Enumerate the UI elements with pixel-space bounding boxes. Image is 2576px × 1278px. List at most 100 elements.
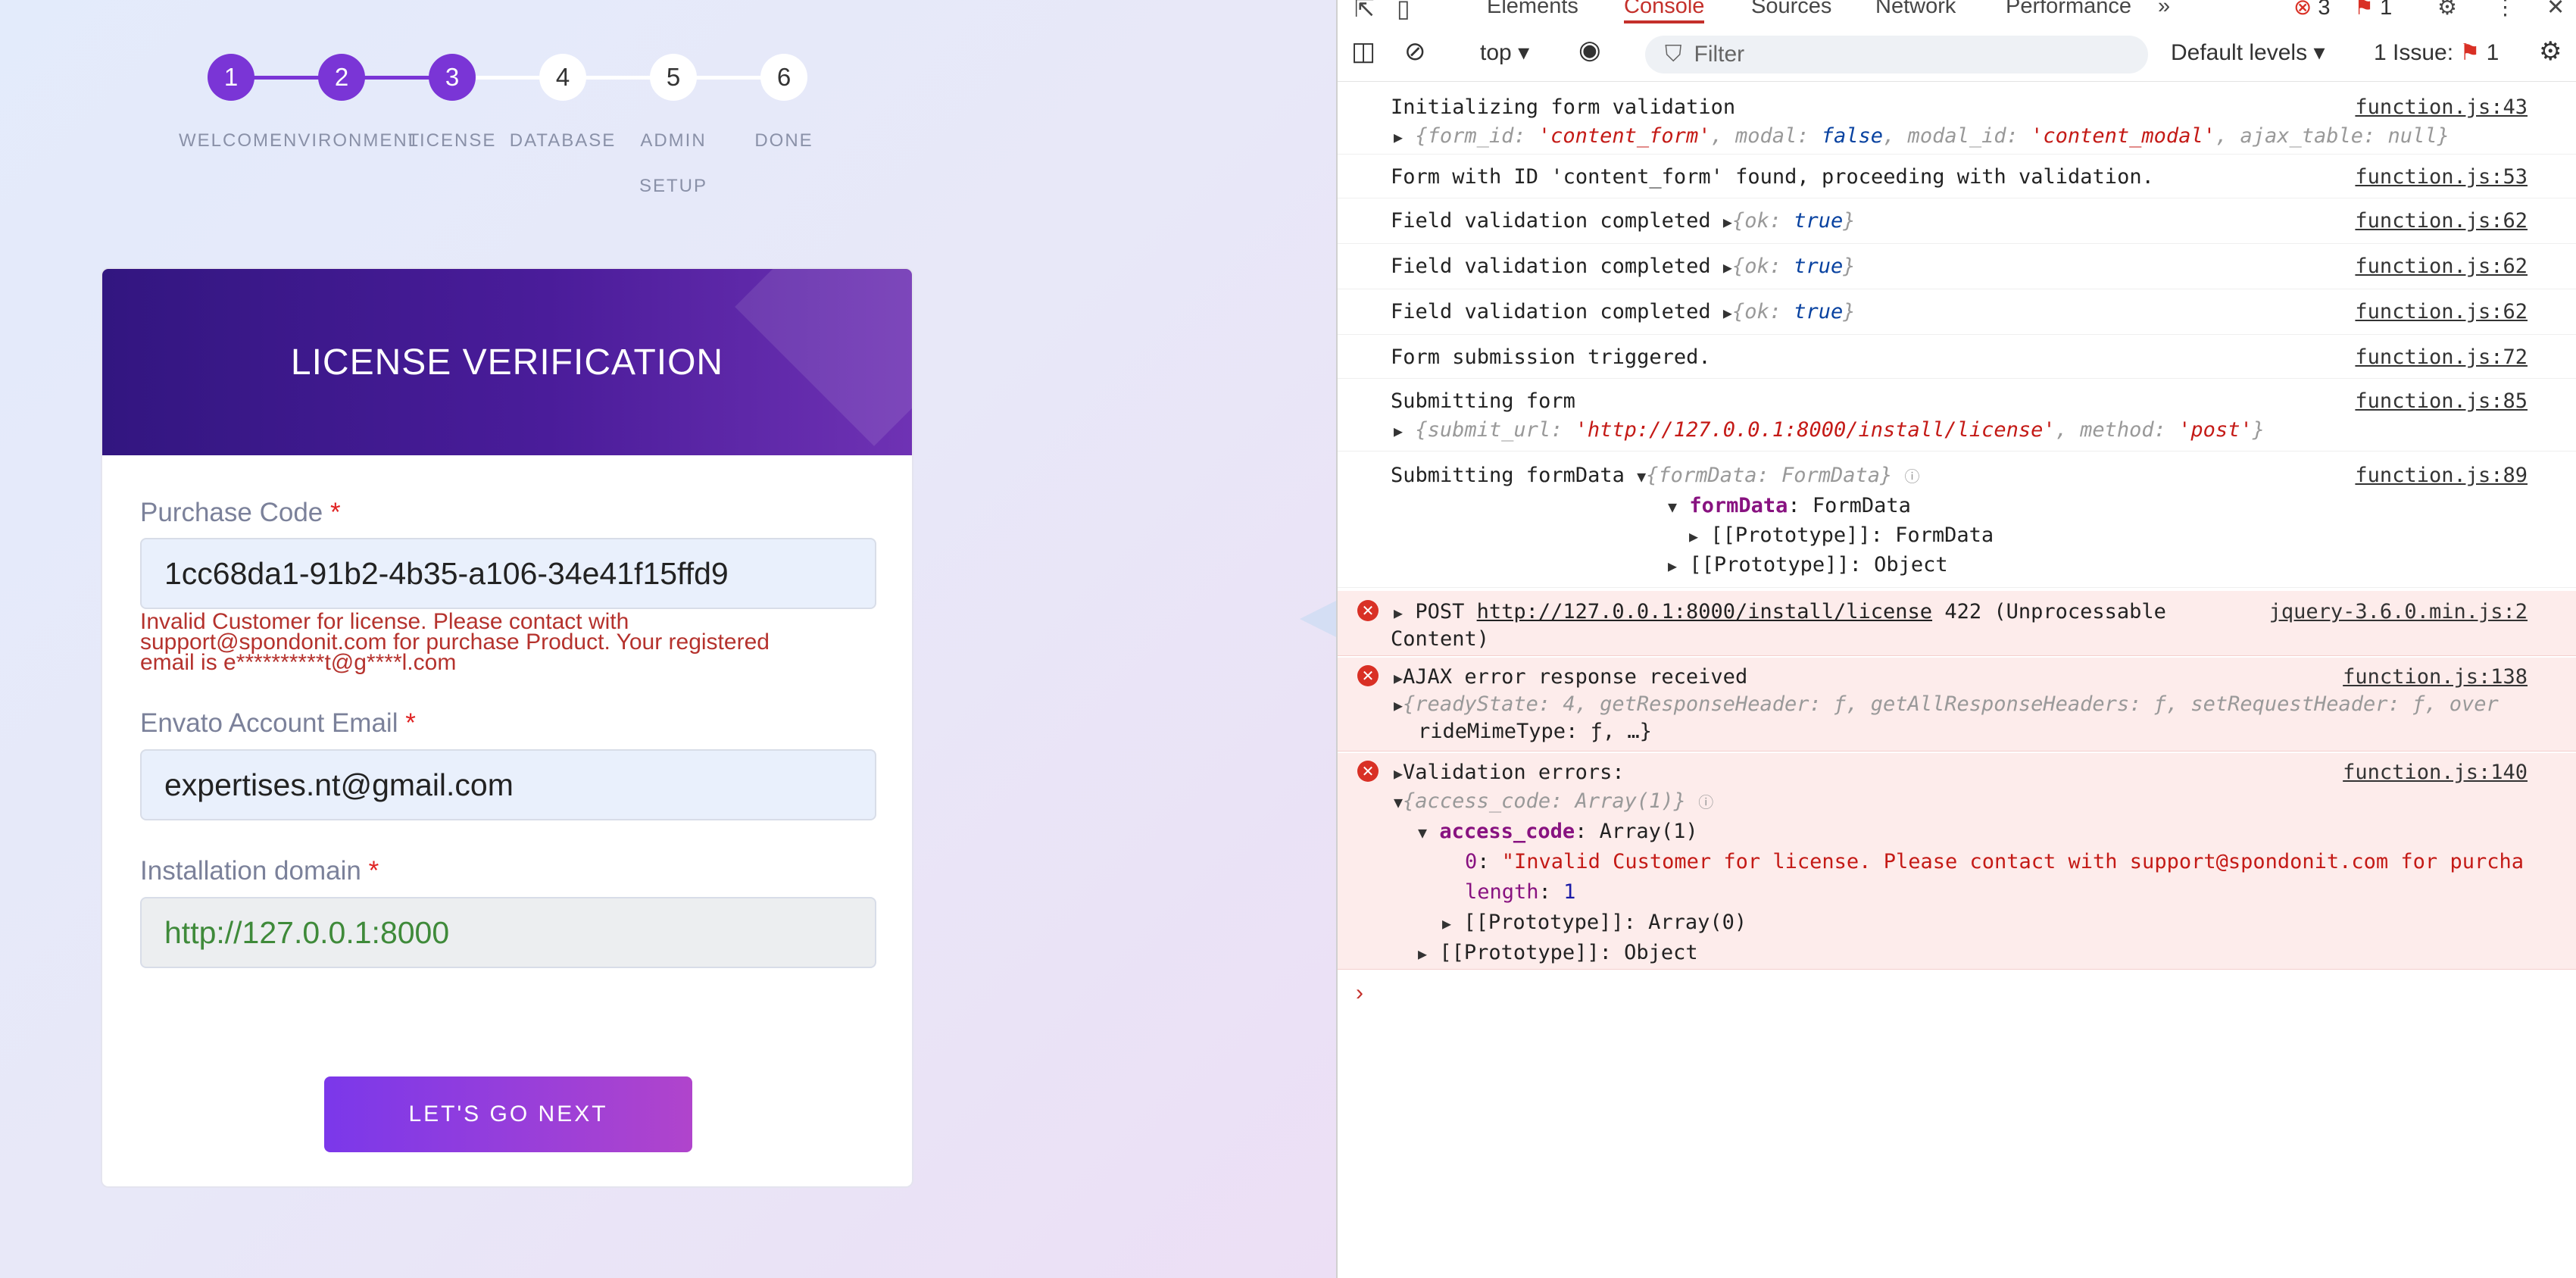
log-levels-dropdown[interactable]: Default levels ▾ (2171, 39, 2325, 66)
error-count: 3 (2318, 0, 2331, 20)
console-prompt-icon[interactable]: › (1356, 980, 1363, 1006)
error-line: email is e**********t@g****l.com (140, 650, 457, 675)
log-source-link[interactable]: function.js:138 (2343, 665, 2528, 689)
log-source-link[interactable]: function.js:85 (2355, 389, 2528, 413)
error-count-badge[interactable]: ⊗ 3 (2293, 0, 2331, 20)
step-3-label: LICENSE (407, 130, 497, 151)
obj-part: {ok: (1731, 209, 1794, 233)
step-1-circle: 1 (208, 54, 254, 101)
sidebar-toggle-icon[interactable]: ◫ (1351, 36, 1375, 67)
eye-icon[interactable]: ◉ (1578, 35, 1601, 65)
log-text: Validation errors: (1403, 761, 1625, 784)
email-field[interactable]: expertises.nt@gmail.com (140, 749, 876, 820)
context-selector[interactable]: top ▾ (1480, 39, 1529, 66)
collapse-arrow-icon[interactable]: ▼ (1394, 793, 1403, 811)
expand-arrow-icon[interactable]: ▶ (1394, 696, 1403, 714)
error-icon: ✕ (1357, 761, 1379, 782)
log-source-link[interactable]: function.js:53 (2355, 165, 2528, 189)
step-2-label: ENVIRONMENT (270, 130, 421, 151)
issue-badge[interactable]: ⚑ 1 (2354, 0, 2392, 20)
obj-summary: {access_code: Array(1)} (1403, 789, 1686, 813)
log-source-link[interactable]: function.js:72 (2355, 345, 2528, 369)
obj-part: {submit_url: (1415, 418, 1575, 442)
tree-node[interactable]: ▶ [[Prototype]]: Array(0) (1442, 911, 1747, 934)
device-toggle-icon[interactable]: ▯ (1397, 0, 1410, 23)
obj-part: 'content_form' (1538, 124, 1711, 148)
log-message: Field validation completed ▶{ok: true} (1391, 255, 1856, 278)
log-source-link[interactable]: function.js:43 (2355, 95, 2528, 119)
purchase-code-input[interactable]: 1cc68da1-91b2-4b35-a106-34e41f15ffd9 (140, 538, 876, 609)
http-method: POST (1415, 600, 1465, 623)
header-decoration (735, 269, 912, 446)
chevron-down-icon: ▾ (2313, 40, 2325, 65)
inspect-icon[interactable]: ⇱ (1354, 0, 1375, 23)
obj-part: } (1843, 209, 1856, 233)
more-tabs-icon[interactable]: » (2158, 0, 2170, 19)
tab-performance[interactable]: Performance (2006, 0, 2131, 19)
log-source-link[interactable]: function.js:62 (2355, 300, 2528, 323)
expand-arrow-icon[interactable]: ▶ (1418, 945, 1427, 963)
expand-arrow-icon[interactable]: ▶ (1689, 527, 1698, 545)
expand-arrow-icon[interactable]: ▶ (1394, 128, 1403, 146)
request-url-link[interactable]: http://127.0.0.1:8000/install/license (1477, 600, 1932, 623)
log-source-link[interactable]: function.js:140 (2343, 761, 2528, 784)
chevron-down-icon: ▾ (1518, 40, 1530, 65)
next-button[interactable]: LET'S GO NEXT (324, 1076, 692, 1152)
log-object[interactable]: ▶ {form_id: 'content_form', modal: false… (1394, 124, 2450, 148)
tree-node[interactable]: ▼{access_code: Array(1)} ⓘ (1394, 789, 1713, 813)
expand-arrow-icon[interactable]: ▶ (1723, 258, 1732, 277)
expand-arrow-icon[interactable]: ▶ (1394, 604, 1403, 622)
expand-arrow-icon[interactable]: ▶ (1668, 557, 1677, 575)
obj-part: } (1843, 300, 1856, 323)
tree-node[interactable]: ▼ access_code: Array(1) (1418, 820, 1698, 843)
expand-arrow-icon[interactable]: ▶ (1394, 422, 1403, 440)
tree-node[interactable]: ▶ [[Prototype]]: Object (1668, 553, 1948, 577)
tab-sources[interactable]: Sources (1751, 0, 1831, 19)
issues-counter[interactable]: 1 Issue: ⚑ 1 (2374, 39, 2499, 66)
devtools-panel: ⇱ ▯ Elements Console Sources Network Per… (1336, 0, 2576, 1278)
console-error-entry: ✕ ▶Validation errors: function.js:140 ▼{… (1338, 753, 2576, 970)
tab-elements[interactable]: Elements (1487, 0, 1578, 19)
expand-arrow-icon[interactable]: ▶ (1723, 213, 1732, 231)
clear-console-icon[interactable]: ⊘ (1404, 36, 1426, 67)
domain-input[interactable]: http://127.0.0.1:8000 (140, 897, 876, 968)
email-label-text: Envato Account Email (140, 708, 398, 738)
filter-input[interactable]: ⛉ Filter (1645, 36, 2148, 73)
log-text: Submitting formData (1391, 464, 1625, 487)
console-settings-icon[interactable]: ⚙ (2539, 36, 2562, 67)
log-source-link[interactable]: jquery-3.6.0.min.js:2 (2269, 600, 2528, 623)
issues-label: 1 Issue: (2374, 40, 2454, 65)
expand-arrow-icon[interactable]: ▶ (1442, 914, 1451, 933)
tree-node[interactable]: ▶ [[Prototype]]: FormData (1689, 523, 1994, 547)
obj-line: {readyState: 4, getResponseHeader: ƒ, ge… (1403, 692, 2499, 716)
log-source-link[interactable]: function.js:62 (2355, 209, 2528, 233)
tab-console[interactable]: Console (1624, 0, 1705, 23)
collapse-arrow-icon[interactable]: ▼ (1637, 467, 1646, 486)
log-object[interactable]: ▶{readyState: 4, getResponseHeader: ƒ, g… (1394, 692, 2499, 716)
log-message: Form submission triggered. (1391, 345, 1711, 369)
expand-arrow-icon[interactable]: ▶ (1394, 764, 1403, 783)
collapse-arrow-icon[interactable]: ▼ (1418, 823, 1427, 842)
error-icon: ✕ (1357, 600, 1379, 621)
devtools-tabbar: ⇱ ▯ Elements Console Sources Network Per… (1338, 0, 2576, 27)
info-icon: ⓘ (1904, 467, 1920, 486)
prop-key: formData (1689, 494, 1788, 517)
expand-arrow-icon[interactable]: ▶ (1723, 304, 1732, 322)
settings-icon[interactable]: ⚙ (2437, 0, 2457, 20)
tree-node[interactable]: ▶ [[Prototype]]: Object (1418, 941, 1698, 964)
log-source-link[interactable]: function.js:62 (2355, 255, 2528, 278)
log-source-link[interactable]: function.js:89 (2355, 464, 2528, 487)
log-message: Initializing form validation (1391, 95, 1736, 119)
tab-network[interactable]: Network (1875, 0, 1956, 19)
step-connector-todo (454, 76, 787, 80)
email-label: Envato Account Email * (140, 708, 416, 739)
tree-node[interactable]: ▼ formData: FormData (1668, 494, 1911, 517)
array-item: 0: "Invalid Customer for license. Please… (1465, 850, 2524, 873)
kebab-menu-icon[interactable]: ⋮ (2494, 0, 2516, 20)
close-icon[interactable]: ✕ (2546, 0, 2565, 20)
collapse-arrow-icon[interactable]: ▼ (1668, 498, 1677, 516)
expand-arrow-icon[interactable]: ▶ (1394, 669, 1403, 687)
obj-part: false (1821, 124, 1884, 148)
domain-label-text: Installation domain (140, 856, 361, 886)
log-object[interactable]: ▶ {submit_url: 'http://127.0.0.1:8000/in… (1394, 418, 2265, 442)
